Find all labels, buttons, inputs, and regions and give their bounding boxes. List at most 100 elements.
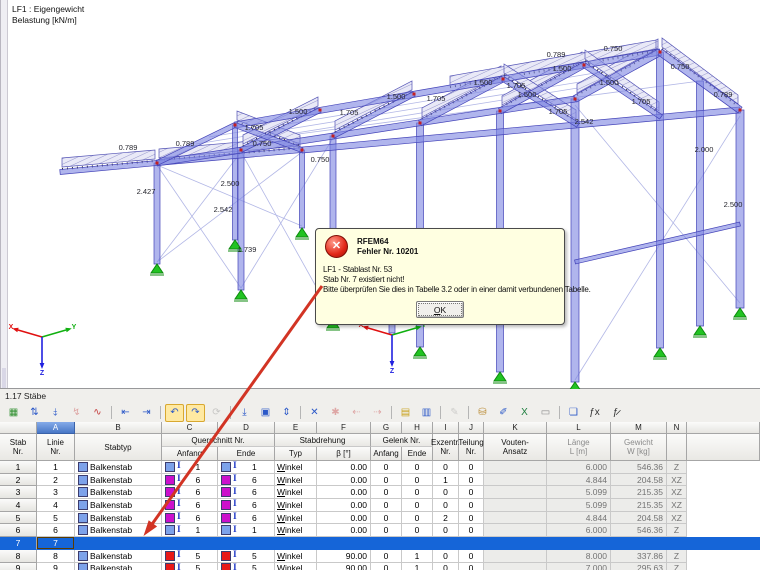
cell-linie[interactable]: 6 bbox=[37, 524, 75, 538]
cell-voute[interactable] bbox=[484, 461, 547, 474]
fill-down-icon[interactable]: ⤓ bbox=[235, 403, 254, 422]
cell-ga[interactable]: 0 bbox=[371, 473, 402, 487]
cell-beta[interactable] bbox=[317, 537, 371, 550]
cell-voute[interactable] bbox=[484, 486, 547, 500]
cell-querschnitt-anfang[interactable]: I6 bbox=[162, 499, 218, 512]
cell-voute[interactable] bbox=[484, 549, 547, 563]
cell-ge[interactable]: 0 bbox=[402, 461, 433, 474]
cell-stabtyp[interactable]: Balkenstab bbox=[75, 499, 162, 512]
cell-te[interactable]: 0 bbox=[459, 486, 484, 500]
cell-ebene[interactable]: Z bbox=[667, 524, 687, 538]
cell-te[interactable]: 0 bbox=[459, 511, 484, 525]
cell-drehung-typ[interactable]: Winkel bbox=[275, 461, 317, 474]
table-row[interactable]: 9 9 Balkenstab I 5 I 5 Winkel 90.00 0 1 0 0 7.000 295.… bbox=[0, 562, 760, 570]
row-number[interactable]: 6 bbox=[0, 524, 37, 538]
cell-querschnitt-anfang[interactable]: I6 bbox=[162, 486, 218, 500]
cell-filler[interactable] bbox=[687, 511, 760, 525]
cell-ge[interactable]: 0 bbox=[402, 473, 433, 487]
column-letter-J[interactable]: J bbox=[459, 422, 484, 434]
cell-drehung-typ[interactable] bbox=[275, 537, 317, 550]
formula-icon[interactable]: ƒx bbox=[585, 403, 604, 422]
cell-gewicht[interactable]: 337.86 bbox=[611, 549, 667, 563]
cell-beta[interactable]: 0.00 bbox=[317, 461, 371, 474]
cell-filler[interactable] bbox=[687, 473, 760, 487]
cell-stabtyp[interactable]: Balkenstab bbox=[75, 486, 162, 500]
clear-table-icon[interactable]: ✕ bbox=[305, 403, 324, 422]
cell-laenge[interactable] bbox=[547, 537, 611, 550]
cell-voute[interactable] bbox=[484, 524, 547, 538]
column-letter-F[interactable]: F bbox=[317, 422, 371, 434]
cell-gewicht[interactable]: 215.35 bbox=[611, 486, 667, 500]
row-number[interactable]: 3 bbox=[0, 486, 37, 500]
cell-ex[interactable]: 1 bbox=[433, 473, 459, 487]
cell-te[interactable]: 0 bbox=[459, 499, 484, 512]
cell-ga[interactable] bbox=[371, 537, 402, 550]
cell-linie[interactable]: 7 bbox=[37, 537, 75, 550]
cell-linie[interactable]: 3 bbox=[37, 486, 75, 500]
new-window-icon[interactable]: ❏ bbox=[564, 403, 583, 422]
cell-gewicht[interactable]: 215.35 bbox=[611, 499, 667, 512]
cell-ebene[interactable]: XZ bbox=[667, 511, 687, 525]
cell-gewicht[interactable]: 204.58 bbox=[611, 473, 667, 487]
cell-querschnitt-anfang[interactable]: I5 bbox=[162, 549, 218, 563]
cell-laenge[interactable]: 6.000 bbox=[547, 524, 611, 538]
structure-3d-canvas[interactable]: 0.789 0.789 0.7500.7501.7051.500 1.7051.500… bbox=[0, 0, 760, 389]
cell-ga[interactable]: 0 bbox=[371, 562, 402, 570]
cell-te[interactable]: 0 bbox=[459, 562, 484, 570]
cell-filler[interactable] bbox=[687, 562, 760, 570]
delete-rows-icon[interactable]: ✱ bbox=[326, 403, 345, 422]
table-row[interactable]: 4 4 Balkenstab I 6 I 6 Winkel 0.00 0 0 0 0 5.099 215.3… bbox=[0, 499, 760, 512]
shift-right-icon[interactable]: ⇢ bbox=[368, 403, 387, 422]
cell-drehung-typ[interactable]: Winkel bbox=[275, 524, 317, 538]
cell-gewicht[interactable] bbox=[611, 537, 667, 550]
refresh-icon[interactable]: ⟳ bbox=[207, 403, 226, 422]
cell-ebene[interactable]: XZ bbox=[667, 486, 687, 500]
cell-ge[interactable]: 0 bbox=[402, 486, 433, 500]
cell-beta[interactable]: 0.00 bbox=[317, 486, 371, 500]
cell-linie[interactable]: 1 bbox=[37, 461, 75, 474]
cell-ebene[interactable]: Z bbox=[667, 562, 687, 570]
cell-gewicht[interactable]: 546.36 bbox=[611, 524, 667, 538]
cell-querschnitt-anfang[interactable]: I1 bbox=[162, 461, 218, 474]
cell-stabtyp[interactable] bbox=[75, 537, 162, 550]
cell-linie[interactable]: 4 bbox=[37, 499, 75, 512]
comment-icon[interactable]: ✎ bbox=[445, 403, 464, 422]
table-row[interactable]: 8 8 Balkenstab I 5 I 5 Winkel 90.00 0 1 0 0 8.000 337.… bbox=[0, 549, 760, 563]
cell-ex[interactable]: 0 bbox=[433, 549, 459, 563]
cell-voute[interactable] bbox=[484, 473, 547, 487]
cell-laenge[interactable]: 5.099 bbox=[547, 499, 611, 512]
cell-ebene[interactable] bbox=[667, 537, 687, 550]
cell-beta[interactable]: 90.00 bbox=[317, 562, 371, 570]
formula-delete-icon[interactable]: ƒ̷ bbox=[606, 403, 625, 422]
cell-laenge[interactable]: 5.099 bbox=[547, 486, 611, 500]
cell-filler[interactable] bbox=[687, 486, 760, 500]
result-rows-icon[interactable]: ▥ bbox=[417, 403, 436, 422]
column-letter-C[interactable]: C bbox=[162, 422, 218, 434]
cell-ex[interactable] bbox=[433, 537, 459, 550]
cell-laenge[interactable]: 4.844 bbox=[547, 473, 611, 487]
view-edit-icon[interactable]: ▦ bbox=[4, 403, 23, 422]
cell-querschnitt-ende[interactable]: I1 bbox=[218, 524, 275, 538]
import-file-icon[interactable]: ⛁ bbox=[473, 403, 492, 422]
column-letter-blank[interactable] bbox=[0, 422, 37, 434]
undo-icon[interactable]: ↶ bbox=[165, 403, 184, 422]
cell-beta[interactable]: 0.00 bbox=[317, 499, 371, 512]
cell-linie[interactable]: 2 bbox=[37, 473, 75, 487]
cell-ge[interactable]: 1 bbox=[402, 562, 433, 570]
column-letter-N[interactable]: N bbox=[667, 422, 687, 434]
cell-linie[interactable]: 9 bbox=[37, 562, 75, 570]
model-view[interactable]: LF1 : Eigengewicht Belastung [kN/m] 0.78… bbox=[0, 0, 760, 389]
table-row[interactable]: 5 5 Balkenstab I 6 I 6 Winkel 0.00 0 0 2 0 4.844 204.5… bbox=[0, 511, 760, 525]
table-row[interactable]: 3 3 Balkenstab I 6 I 6 Winkel 0.00 0 0 0 0 5.099 215.3… bbox=[0, 486, 760, 500]
cell-querschnitt-ende[interactable]: I6 bbox=[218, 499, 275, 512]
cell-voute[interactable] bbox=[484, 499, 547, 512]
cell-ex[interactable]: 0 bbox=[433, 486, 459, 500]
row-number[interactable]: 2 bbox=[0, 473, 37, 487]
cell-laenge[interactable]: 8.000 bbox=[547, 549, 611, 563]
cell-gewicht[interactable]: 546.36 bbox=[611, 461, 667, 474]
cell-querschnitt-anfang[interactable]: I6 bbox=[162, 473, 218, 487]
column-letter-B[interactable]: B bbox=[75, 422, 162, 434]
column-letter-D[interactable]: D bbox=[218, 422, 275, 434]
cell-ga[interactable]: 0 bbox=[371, 499, 402, 512]
cell-beta[interactable]: 0.00 bbox=[317, 473, 371, 487]
